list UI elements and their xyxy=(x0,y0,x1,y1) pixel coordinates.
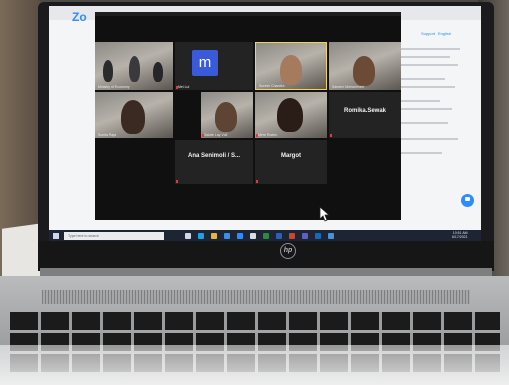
active-speaker-tile[interactable]: Suresh Chandra xyxy=(255,42,327,90)
participant-name: Mei Lui xyxy=(178,85,190,89)
mic-muted-icon xyxy=(256,180,258,183)
mouse-cursor-icon xyxy=(319,206,331,222)
participant-name: Suresh Chandra xyxy=(259,84,285,88)
zoom-logo[interactable]: Zo xyxy=(72,10,87,24)
speaker-grille xyxy=(42,290,470,304)
task-view-icon[interactable] xyxy=(185,233,191,239)
taskbar-search-input[interactable]: Type here to search xyxy=(64,232,164,240)
mic-muted-icon xyxy=(330,134,332,137)
participant-name: Sunita Raja xyxy=(98,133,117,137)
participant-tile[interactable]: Sareem Mohammed xyxy=(329,42,401,90)
participant-tile[interactable]: m Mei Lui xyxy=(175,42,253,90)
keyboard-row xyxy=(10,312,500,330)
participant-tile[interactable]: Margot xyxy=(255,140,327,184)
participant-tile[interactable]: Salote Lay Vuli xyxy=(201,92,253,138)
participant-name: Ministry of Economy xyxy=(98,85,130,89)
outlook-icon[interactable] xyxy=(315,233,321,239)
excel-icon[interactable] xyxy=(263,233,269,239)
participant-tile[interactable]: Romika.Sewak xyxy=(329,92,401,138)
web-page-content xyxy=(400,38,470,218)
nav-language-link[interactable]: English xyxy=(438,31,451,36)
teams-icon[interactable] xyxy=(302,233,308,239)
participant-tile[interactable]: Ministry of Economy xyxy=(95,42,173,90)
store-icon[interactable] xyxy=(224,233,230,239)
light-glare xyxy=(0,345,509,385)
participant-tile[interactable]: Mere Roden xyxy=(255,92,327,138)
word-icon[interactable] xyxy=(276,233,282,239)
hp-logo-icon: hp xyxy=(280,243,296,259)
file-explorer-icon[interactable] xyxy=(211,233,217,239)
participant-tile[interactable]: Ana Senimoli / S... xyxy=(175,140,253,184)
mic-muted-icon xyxy=(176,180,178,183)
participant-tile[interactable]: Sunita Raja xyxy=(95,92,173,138)
powerpoint-icon[interactable] xyxy=(289,233,295,239)
chat-bubble-icon[interactable] xyxy=(461,194,474,207)
participant-name: Romika.Sewak xyxy=(343,108,387,114)
participant-avatar: m xyxy=(192,50,218,76)
laptop-chin xyxy=(38,241,494,271)
nav-support-link[interactable]: Support xyxy=(421,31,435,36)
edge-browser-icon[interactable] xyxy=(198,233,204,239)
app-icon[interactable] xyxy=(328,233,334,239)
participant-name: Sareem Mohammed xyxy=(332,85,364,89)
windows-start-icon[interactable] xyxy=(53,233,59,239)
mail-icon[interactable] xyxy=(250,233,256,239)
zoom-app-icon[interactable] xyxy=(237,233,243,239)
zoom-meeting-window: Ministry of Economy m Mei Lui Suresh Cha… xyxy=(95,16,401,220)
taskbar-clock[interactable]: 10:51 AM 6/17/2021 xyxy=(452,231,468,239)
laptop-hinge xyxy=(40,268,492,276)
participant-name: Mere Roden xyxy=(258,133,278,137)
participant-name: Salote Lay Vuli xyxy=(204,133,228,137)
clock-date: 6/17/2021 xyxy=(452,235,468,239)
participant-name: Ana Senimoli / S... xyxy=(187,153,240,159)
participant-name: Margot xyxy=(281,153,301,159)
